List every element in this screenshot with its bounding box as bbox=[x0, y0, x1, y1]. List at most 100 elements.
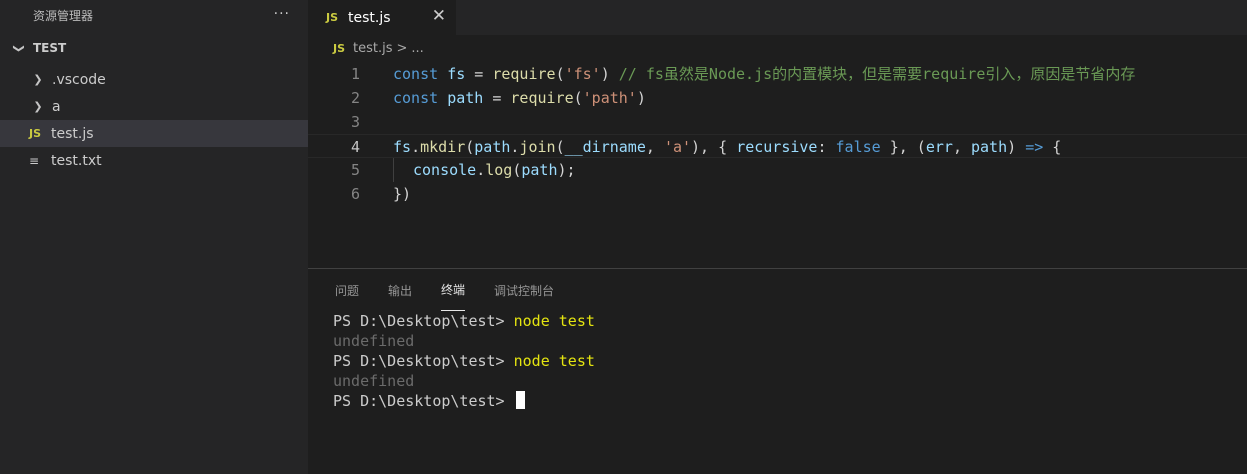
tree-item-label: a bbox=[52, 98, 61, 115]
terminal-prompt: PS D:\Desktop\test> bbox=[333, 392, 514, 410]
breadcrumb-separator: > bbox=[396, 41, 408, 56]
terminal-prompt: PS D:\Desktop\test> bbox=[333, 352, 514, 370]
code-token: ), { bbox=[691, 138, 737, 156]
breadcrumb: JS test.js > ... bbox=[308, 35, 1247, 62]
code-token: : bbox=[817, 138, 836, 156]
code-token: path bbox=[971, 138, 1008, 156]
code-text: console.log(path); bbox=[393, 158, 576, 182]
code-token: log bbox=[485, 161, 513, 179]
code-token: }) bbox=[393, 185, 412, 203]
code-token: __dirname bbox=[564, 138, 646, 156]
code-editor[interactable]: 1 const fs = require('fs') // fs虽然是Node.j… bbox=[308, 62, 1247, 206]
code-token: { bbox=[1043, 138, 1062, 156]
code-token: path bbox=[521, 161, 558, 179]
terminal-line: undefined bbox=[333, 372, 415, 390]
tree-item-test-txt[interactable]: ≡ test.txt bbox=[0, 147, 308, 174]
code-token: path bbox=[474, 138, 511, 156]
tree-item-a[interactable]: ❯ a bbox=[0, 93, 308, 120]
code-token: const bbox=[393, 89, 439, 107]
panel-tabs: 问题 输出 终端 调试控制台 bbox=[308, 269, 1247, 311]
indent-guide bbox=[393, 158, 413, 182]
breadcrumb-file[interactable]: test.js bbox=[353, 41, 392, 56]
code-line[interactable]: 1 const fs = require('fs') // fs虽然是Node.j… bbox=[308, 62, 1247, 86]
tab-label: test.js bbox=[348, 9, 391, 26]
line-number: 1 bbox=[350, 65, 360, 83]
js-file-icon: JS bbox=[333, 42, 346, 55]
code-token: = bbox=[465, 65, 493, 83]
line-number: 6 bbox=[350, 185, 360, 203]
code-token: . bbox=[476, 161, 486, 179]
more-actions-icon[interactable]: ··· bbox=[274, 6, 290, 22]
code-token: ) bbox=[636, 89, 646, 107]
code-text: const path = require('path') bbox=[393, 86, 646, 110]
code-token: ) bbox=[1007, 138, 1026, 156]
code-token: const bbox=[393, 65, 439, 83]
code-token: 'path' bbox=[582, 89, 637, 107]
explorer-sidebar: 资源管理器 ··· ❯ TEST ❯ .vscode ❯ a JS test.j… bbox=[0, 0, 308, 474]
code-text: }) bbox=[393, 182, 411, 206]
code-token: ( bbox=[555, 138, 565, 156]
terminal-cursor bbox=[515, 391, 525, 409]
code-token: // fs虽然是Node.js的内置模块，但是需要require引入，原因是节省… bbox=[618, 65, 1136, 83]
code-token: require bbox=[510, 89, 574, 107]
js-file-icon: JS bbox=[29, 127, 42, 140]
js-file-icon: JS bbox=[326, 11, 339, 24]
code-token: . bbox=[411, 138, 421, 156]
terminal-command: node test bbox=[513, 352, 595, 370]
code-token: = bbox=[483, 89, 511, 107]
folder-section-test[interactable]: ❯ TEST bbox=[0, 30, 308, 66]
text-file-icon: ≡ bbox=[29, 153, 40, 168]
tab-debug-console[interactable]: 调试控制台 bbox=[494, 269, 554, 311]
code-token: , bbox=[645, 138, 664, 156]
chevron-right-icon: ❯ bbox=[33, 73, 43, 86]
terminal-prompt: PS D:\Desktop\test> bbox=[333, 312, 514, 330]
code-line[interactable]: 2 const path = require('path') bbox=[308, 86, 1247, 110]
line-number: 3 bbox=[350, 113, 360, 131]
code-token: fs bbox=[447, 65, 466, 83]
chevron-down-icon: ❯ bbox=[12, 43, 26, 53]
code-token: mkdir bbox=[420, 138, 466, 156]
tree-item-label: test.txt bbox=[51, 152, 102, 169]
close-icon[interactable]: ✕ bbox=[432, 6, 446, 26]
code-text: const fs = require('fs') // fs虽然是Node.js… bbox=[393, 62, 1135, 86]
line-number: 2 bbox=[350, 89, 360, 107]
code-line[interactable]: 6}) bbox=[308, 182, 1247, 206]
code-token: path bbox=[447, 89, 484, 107]
code-line[interactable]: 3 bbox=[308, 110, 1247, 134]
tree-item-vscode[interactable]: ❯ .vscode bbox=[0, 66, 308, 93]
code-line[interactable]: 5 console.log(path); bbox=[308, 158, 1247, 182]
tab-terminal[interactable]: 终端 bbox=[441, 269, 466, 311]
tree-item-test-js[interactable]: JS test.js bbox=[0, 120, 308, 147]
code-token: console bbox=[413, 161, 477, 179]
code-token: , bbox=[952, 138, 971, 156]
code-token: ); bbox=[557, 161, 576, 179]
terminal-line: PS D:\Desktop\test> bbox=[333, 391, 1247, 411]
explorer-header: 资源管理器 ··· bbox=[0, 0, 308, 30]
folder-section-label: TEST bbox=[33, 41, 67, 55]
code-token: ( bbox=[555, 65, 565, 83]
tab-test-js[interactable]: JS test.js ✕ bbox=[308, 0, 456, 35]
terminal-command: node test bbox=[513, 312, 595, 330]
code-token: false bbox=[835, 138, 881, 156]
code-token: join bbox=[519, 138, 556, 156]
breadcrumb-rest[interactable]: ... bbox=[411, 41, 423, 56]
code-token: require bbox=[492, 65, 556, 83]
code-token: }, ( bbox=[880, 138, 926, 156]
terminal-line: undefined bbox=[333, 332, 415, 350]
line-number: 5 bbox=[350, 161, 360, 179]
terminal-line: PS D:\Desktop\test> node test bbox=[333, 311, 1247, 331]
chevron-right-icon: ❯ bbox=[33, 100, 43, 113]
code-text: fs.mkdir(path.join(__dirname, 'a'), { re… bbox=[393, 135, 1061, 159]
code-line[interactable]: 4 fs.mkdir(path.join(__dirname, 'a'), { r… bbox=[308, 134, 1247, 158]
terminal-line: PS D:\Desktop\test> node test bbox=[333, 351, 1247, 371]
terminal[interactable]: PS D:\Desktop\test> node test undefined PS… bbox=[308, 311, 1247, 411]
code-token: ( bbox=[465, 138, 475, 156]
code-token: => bbox=[1025, 138, 1044, 156]
tab-problems[interactable]: 问题 bbox=[335, 269, 359, 311]
explorer-title: 资源管理器 bbox=[33, 8, 94, 23]
tree-item-label: test.js bbox=[51, 125, 94, 142]
tab-output[interactable]: 输出 bbox=[388, 269, 412, 311]
code-token: err bbox=[925, 138, 953, 156]
